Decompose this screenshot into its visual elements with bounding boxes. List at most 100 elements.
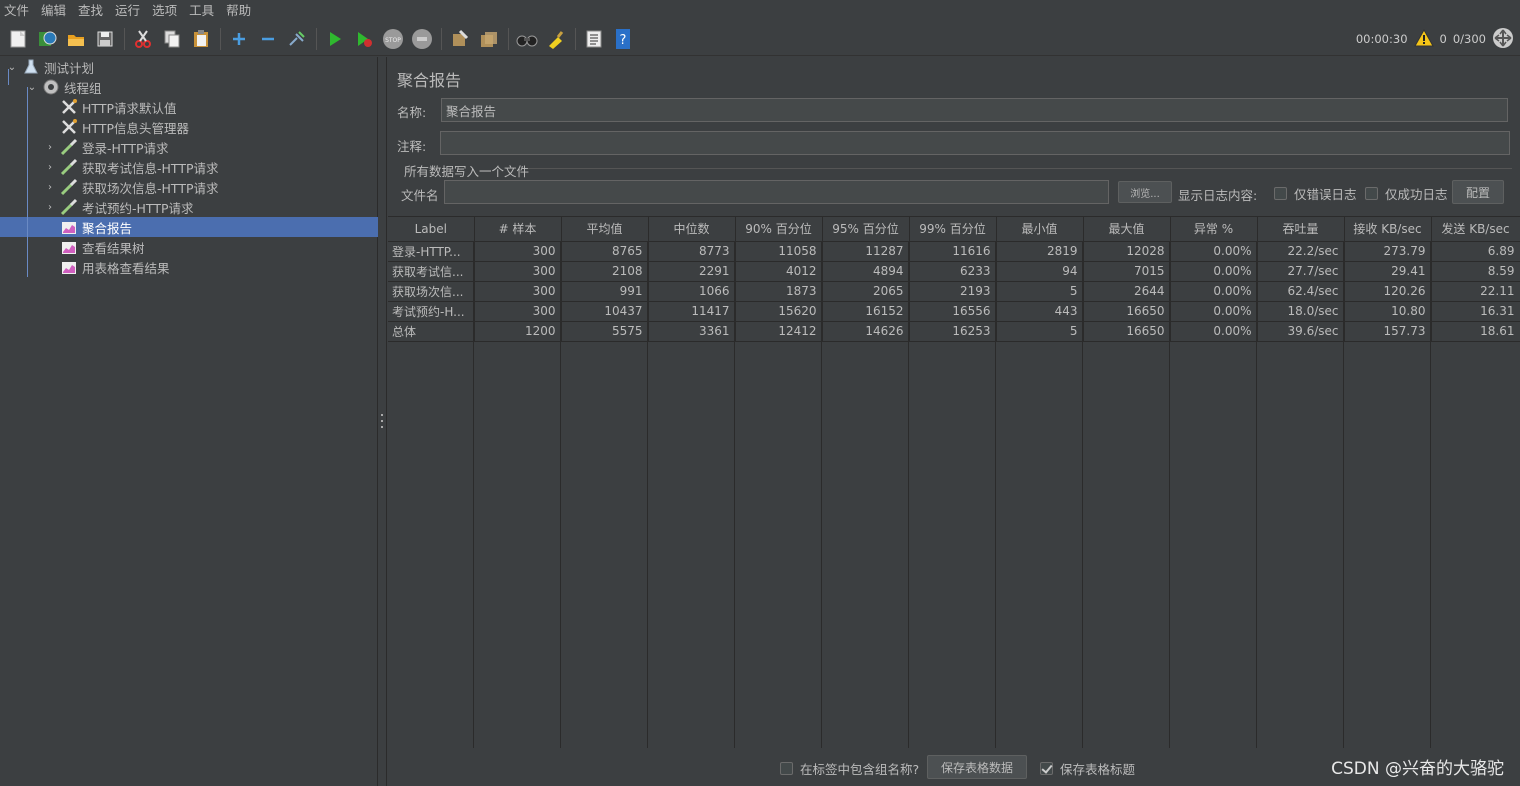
table-cell: 120.26 bbox=[1344, 281, 1432, 302]
column-header[interactable]: # 样本 bbox=[474, 217, 562, 242]
browse-button[interactable]: 浏览... bbox=[1118, 181, 1172, 203]
expand-icon[interactable] bbox=[227, 27, 251, 51]
clear-all-icon[interactable] bbox=[477, 27, 501, 51]
copy-icon[interactable] bbox=[160, 27, 184, 51]
menu-item-6[interactable]: 帮助 bbox=[226, 0, 259, 21]
column-header[interactable]: 中位数 bbox=[648, 217, 736, 242]
tree-node[interactable]: 用表格查看结果 bbox=[0, 257, 378, 277]
clear-icon[interactable] bbox=[448, 27, 472, 51]
table-cell: 8765 bbox=[561, 241, 649, 262]
tree-node[interactable]: HTTP请求默认值 bbox=[0, 97, 378, 117]
pane-splitter[interactable] bbox=[378, 57, 387, 786]
table-cell: 0.00% bbox=[1170, 241, 1258, 262]
checkbox-box[interactable] bbox=[1274, 187, 1287, 200]
table-cell: 300 bbox=[474, 241, 562, 262]
search-icon[interactable] bbox=[515, 27, 539, 51]
name-field[interactable] bbox=[441, 98, 1508, 122]
start-no-pause-icon[interactable] bbox=[352, 27, 376, 51]
configure-button[interactable]: 配置 bbox=[1452, 180, 1504, 204]
tree-node[interactable]: › 获取考试信息-HTTP请求 bbox=[0, 157, 378, 177]
reset-search-icon[interactable] bbox=[544, 27, 568, 51]
table-row[interactable]: 登录-HTTP... 300 8765 8773 11058 11287 11616 2819… bbox=[388, 241, 1520, 262]
column-header[interactable]: 平均值 bbox=[561, 217, 649, 242]
chevron-right-icon[interactable]: › bbox=[44, 142, 56, 153]
tree-node[interactable]: › 登录-HTTP请求 bbox=[0, 137, 378, 157]
tree-node[interactable]: › 获取场次信息-HTTP请求 bbox=[0, 177, 378, 197]
save-icon[interactable] bbox=[93, 27, 117, 51]
column-header[interactable]: 95% 百分位 bbox=[822, 217, 910, 242]
column-header[interactable]: 吞吐量 bbox=[1257, 217, 1345, 242]
menu-item-5[interactable]: 工具 bbox=[189, 0, 222, 21]
include-group-name-checkbox[interactable]: 在标签中包含组名称? bbox=[780, 759, 919, 778]
column-header[interactable]: Label bbox=[388, 217, 475, 242]
table-cell: 0.00% bbox=[1170, 261, 1258, 282]
remote-status-icon[interactable] bbox=[1492, 27, 1514, 52]
tree-node[interactable]: ⌄ 测试计划 bbox=[0, 57, 378, 77]
column-header[interactable]: 发送 KB/sec bbox=[1431, 217, 1520, 242]
toggle-icon[interactable] bbox=[285, 27, 309, 51]
collapse-icon[interactable] bbox=[256, 27, 280, 51]
table-cell: 22.2/sec bbox=[1257, 241, 1345, 262]
menu-item-0[interactable]: 文件 bbox=[4, 0, 37, 21]
table-row[interactable]: 总体 1200 5575 3361 12412 14626 16253 5 16650 0.00%… bbox=[388, 321, 1520, 342]
tree-guide-line bbox=[8, 69, 9, 85]
templates-icon[interactable] bbox=[35, 27, 59, 51]
table-cell: 考试预约-H... bbox=[388, 301, 475, 322]
table-row[interactable]: 考试预约-H... 300 10437 11417 15620 16152 16556 443… bbox=[388, 301, 1520, 322]
stop-icon[interactable]: STOP bbox=[381, 27, 405, 51]
function-helper-icon[interactable] bbox=[582, 27, 606, 51]
save-table-header-checkbox[interactable]: 保存表格标题 bbox=[1040, 759, 1135, 778]
tree-node[interactable]: ⌄ 线程组 bbox=[0, 77, 378, 97]
checkbox-box[interactable] bbox=[1040, 762, 1053, 775]
table-row[interactable]: 获取考试信... 300 2108 2291 4012 4894 6233 94 7015 0.0… bbox=[388, 261, 1520, 282]
table-row[interactable]: 获取场次信... 300 991 1066 1873 2065 2193 5 2644 0.00%… bbox=[388, 281, 1520, 302]
column-header[interactable]: 异常 % bbox=[1170, 217, 1258, 242]
table-cell: 991 bbox=[561, 281, 649, 302]
tree-node-label: 获取场次信息-HTTP请求 bbox=[82, 180, 219, 196]
column-header[interactable]: 接收 KB/sec bbox=[1344, 217, 1432, 242]
column-header[interactable]: 99% 百分位 bbox=[909, 217, 997, 242]
aggregate-report-panel: 聚合报告 名称: 注释: 所有数据写入一个文件 文件名 浏览... 显示日志内容… bbox=[388, 57, 1520, 786]
errors-only-checkbox[interactable]: 仅错误日志 bbox=[1274, 184, 1357, 203]
shutdown-icon[interactable] bbox=[410, 27, 434, 51]
table-cell: 16152 bbox=[822, 301, 910, 322]
cut-icon[interactable] bbox=[131, 27, 155, 51]
checkbox-box[interactable] bbox=[780, 762, 793, 775]
table-cell: 4012 bbox=[735, 261, 823, 282]
comment-field[interactable] bbox=[440, 131, 1510, 155]
new-icon[interactable] bbox=[6, 27, 30, 51]
table-cell: 1200 bbox=[474, 321, 562, 342]
paste-icon[interactable] bbox=[189, 27, 213, 51]
tree-node[interactable]: 查看结果树 bbox=[0, 237, 378, 257]
chevron-right-icon[interactable]: › bbox=[44, 182, 56, 193]
table-cell: 3361 bbox=[648, 321, 736, 342]
success-only-checkbox[interactable]: 仅成功日志 bbox=[1365, 184, 1448, 203]
column-header[interactable]: 90% 百分位 bbox=[735, 217, 823, 242]
menu-item-4[interactable]: 选项 bbox=[152, 0, 185, 21]
table-cell: 5 bbox=[996, 281, 1084, 302]
table-cell: 6.89 bbox=[1431, 241, 1520, 262]
checkbox-box[interactable] bbox=[1365, 187, 1378, 200]
table-cell: 11417 bbox=[648, 301, 736, 322]
tree-node[interactable]: › 考试预约-HTTP请求 bbox=[0, 197, 378, 217]
save-table-data-button[interactable]: 保存表格数据 bbox=[927, 755, 1027, 779]
menu-item-2[interactable]: 查找 bbox=[78, 0, 111, 21]
open-icon[interactable] bbox=[64, 27, 88, 51]
warning-icon[interactable] bbox=[1413, 28, 1434, 50]
table-cell: 1066 bbox=[648, 281, 736, 302]
start-icon[interactable] bbox=[323, 27, 347, 51]
tree-node-label: 线程组 bbox=[64, 80, 102, 96]
tree-node[interactable]: 聚合报告 bbox=[0, 217, 378, 237]
chevron-right-icon[interactable]: › bbox=[44, 162, 56, 173]
column-header[interactable]: 最小值 bbox=[996, 217, 1084, 242]
toolbar-separator bbox=[575, 27, 576, 50]
filename-field[interactable] bbox=[444, 180, 1109, 204]
tree-node[interactable]: HTTP信息头管理器 bbox=[0, 117, 378, 137]
menu-item-3[interactable]: 运行 bbox=[115, 0, 148, 21]
table-cell: 2819 bbox=[996, 241, 1084, 262]
help-icon[interactable]: ? bbox=[611, 27, 635, 51]
tree-guide-line bbox=[27, 87, 28, 277]
column-header[interactable]: 最大值 bbox=[1083, 217, 1171, 242]
chevron-right-icon[interactable]: › bbox=[44, 202, 56, 213]
menu-item-1[interactable]: 编辑 bbox=[41, 0, 74, 21]
